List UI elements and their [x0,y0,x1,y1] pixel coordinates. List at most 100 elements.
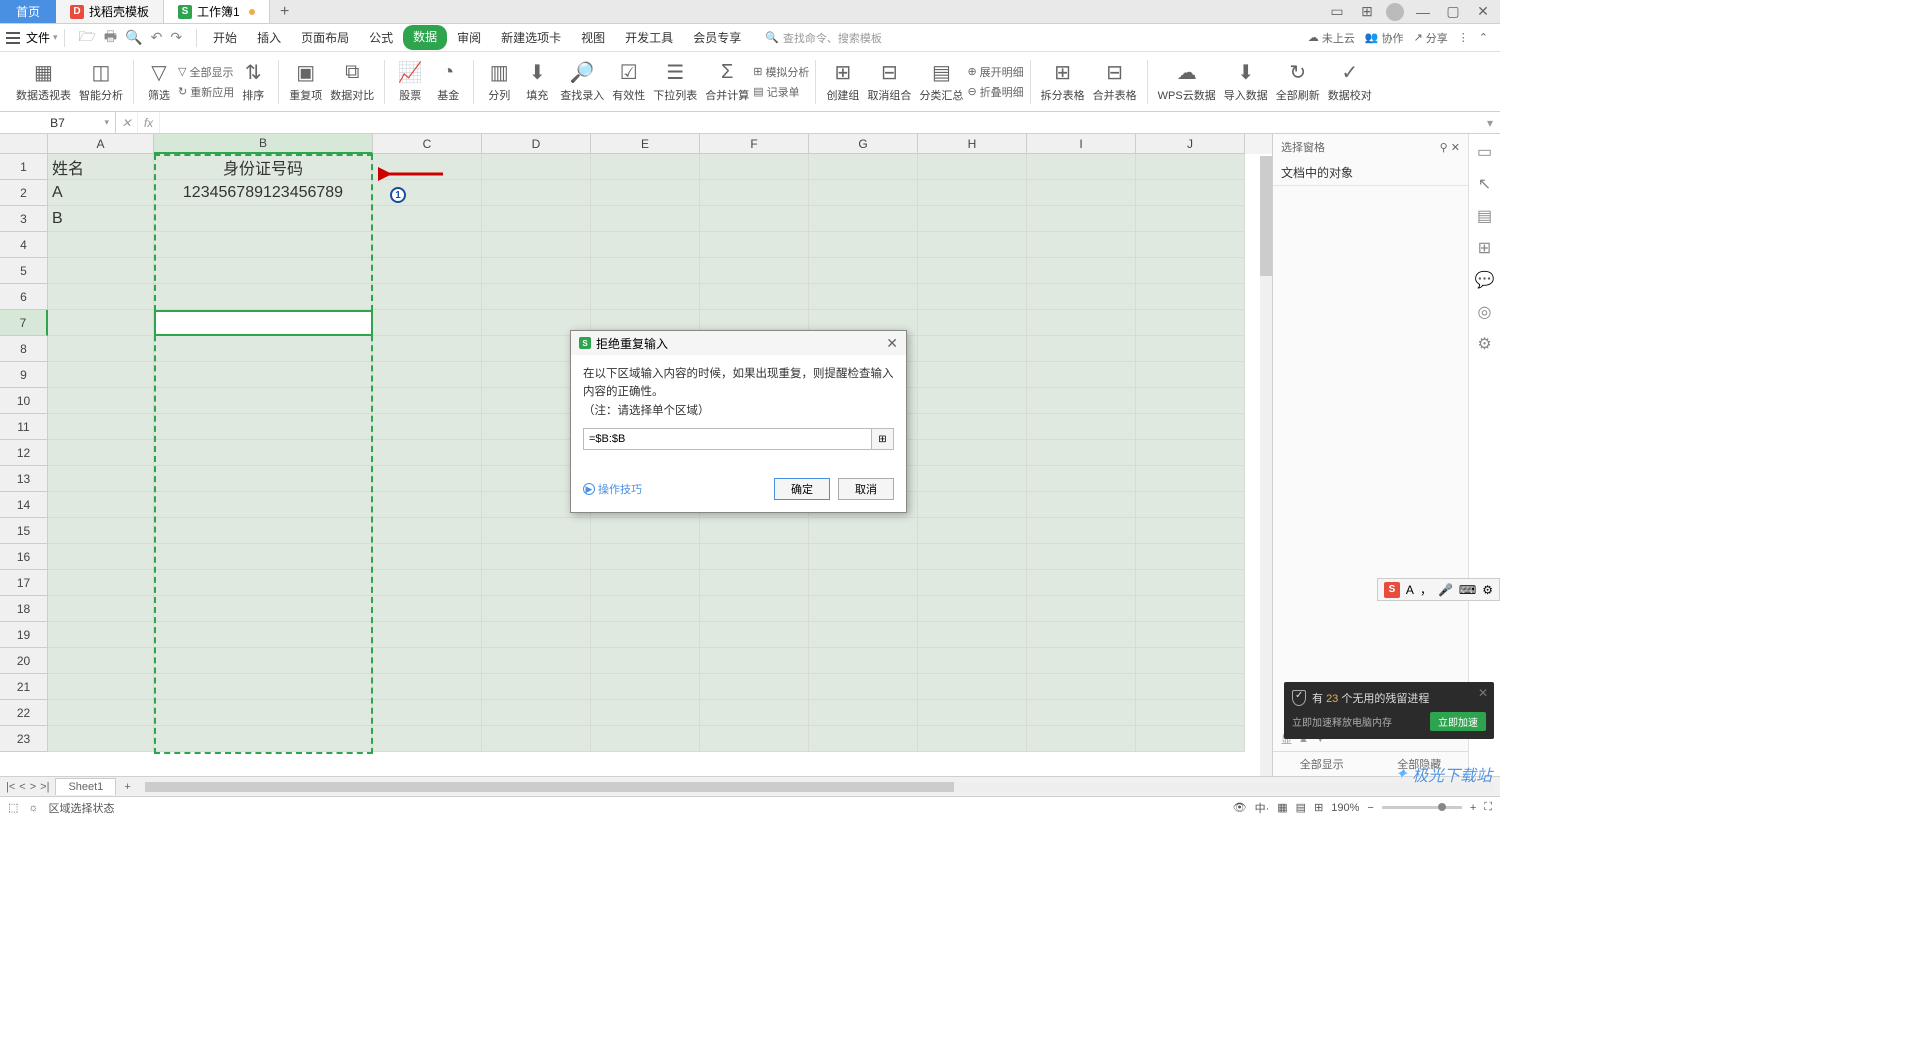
col-header[interactable]: A [48,134,154,154]
ime-punct-icon[interactable]: ， [1420,581,1432,598]
view-page-icon[interactable]: ▤ [1296,801,1306,814]
cell[interactable] [482,518,591,544]
cell[interactable] [482,206,591,232]
cell[interactable]: 身份证号码 [154,154,373,180]
subtotal-button[interactable]: ▤分类汇总 [915,59,967,105]
row-header[interactable]: 6 [0,284,48,310]
rail-cursor-icon[interactable]: ↖ [1478,174,1491,194]
cell[interactable] [918,414,1027,440]
toast-action-button[interactable]: 立即加速 [1430,712,1486,731]
zoom-out-button[interactable]: − [1367,802,1373,814]
cell[interactable] [918,570,1027,596]
cell[interactable] [154,700,373,726]
cell[interactable] [373,492,482,518]
menu-review[interactable]: 审阅 [447,25,491,50]
lang-icon[interactable]: 中· [1255,800,1270,816]
rail-gallery-icon[interactable]: ⊞ [1478,238,1491,258]
row-header[interactable]: 13 [0,466,48,492]
formula-input[interactable] [160,112,1480,133]
row-header[interactable]: 4 [0,232,48,258]
menu-new-tab[interactable]: 新建选项卡 [491,25,571,50]
close-pane-icon[interactable]: ✕ [1451,142,1460,154]
cell[interactable] [700,726,809,752]
zoom-level[interactable]: 190% [1331,802,1359,814]
cell[interactable] [154,284,373,310]
menu-data[interactable]: 数据 [403,25,447,50]
view-normal-icon[interactable]: ▦ [1277,801,1287,814]
cell[interactable] [1027,492,1136,518]
file-menu[interactable]: 文件▾ [26,29,58,46]
cell[interactable] [48,362,154,388]
cell[interactable] [1136,674,1245,700]
app-home-tab[interactable]: 首页 [0,0,56,23]
whatif-button[interactable]: ⊞模拟分析 [753,64,809,80]
cell[interactable] [1027,622,1136,648]
row-header[interactable]: 22 [0,700,48,726]
qa-print-icon[interactable]: 🖶 [104,26,117,50]
view-break-icon[interactable]: ⊞ [1314,801,1323,814]
cell[interactable] [918,544,1027,570]
col-header[interactable]: J [1136,134,1245,154]
cell[interactable] [591,232,700,258]
smart-analysis-button[interactable]: ◫智能分析 [75,59,127,105]
cell[interactable] [1136,232,1245,258]
tab-workbook[interactable]: S 工作簿1 [164,0,270,23]
row-header[interactable]: 23 [0,726,48,752]
cell[interactable] [373,206,482,232]
cell[interactable] [1136,414,1245,440]
cell[interactable] [700,258,809,284]
cell[interactable] [482,596,591,622]
cell[interactable] [1136,258,1245,284]
cell[interactable] [700,154,809,180]
cell[interactable] [373,674,482,700]
validation-button[interactable]: ☑有效性 [608,59,649,105]
menu-member[interactable]: 会员专享 [683,25,751,50]
fund-button[interactable]: ◔基金 [429,59,467,105]
cell[interactable] [700,622,809,648]
cell[interactable] [809,180,918,206]
cell[interactable] [48,674,154,700]
menu-formula[interactable]: 公式 [359,25,403,50]
cell[interactable] [591,518,700,544]
show-all-button[interactable]: ▽全部显示 [178,64,234,80]
cell[interactable] [48,700,154,726]
cell[interactable] [918,674,1027,700]
cell[interactable] [1027,336,1136,362]
cell[interactable] [48,518,154,544]
cell[interactable] [591,622,700,648]
vertical-scrollbar[interactable] [1260,156,1272,776]
cell[interactable] [918,362,1027,388]
cell[interactable] [373,388,482,414]
row-header[interactable]: 18 [0,596,48,622]
cell[interactable] [482,154,591,180]
reapply-button[interactable]: ↻重新应用 [178,84,234,100]
row-header[interactable]: 19 [0,622,48,648]
cell[interactable] [1027,466,1136,492]
cell[interactable] [373,466,482,492]
cell[interactable] [373,362,482,388]
cell[interactable] [1027,180,1136,206]
cell[interactable] [918,518,1027,544]
cell[interactable] [918,466,1027,492]
row-header[interactable]: 12 [0,440,48,466]
cell[interactable] [918,232,1027,258]
col-header[interactable]: F [700,134,809,154]
tips-link[interactable]: ▶ 操作技巧 [583,481,642,497]
cell[interactable] [918,726,1027,752]
cell[interactable] [1136,440,1245,466]
cell[interactable] [918,492,1027,518]
tab-template[interactable]: D 找稻壳模板 [56,0,164,23]
row-header[interactable]: 7 [0,310,48,336]
cell[interactable] [918,700,1027,726]
row-header[interactable]: 2 [0,180,48,206]
import-data-button[interactable]: ⬇导入数据 [1220,59,1272,105]
cell[interactable] [154,622,373,648]
cell[interactable] [809,232,918,258]
cell[interactable]: B [48,206,154,232]
sort-button[interactable]: ⇅排序 [234,59,272,105]
col-header[interactable]: D [482,134,591,154]
cell[interactable] [1136,544,1245,570]
cell[interactable]: 123456789123456789 [154,180,373,206]
cell[interactable] [591,674,700,700]
row-header[interactable]: 1 [0,154,48,180]
